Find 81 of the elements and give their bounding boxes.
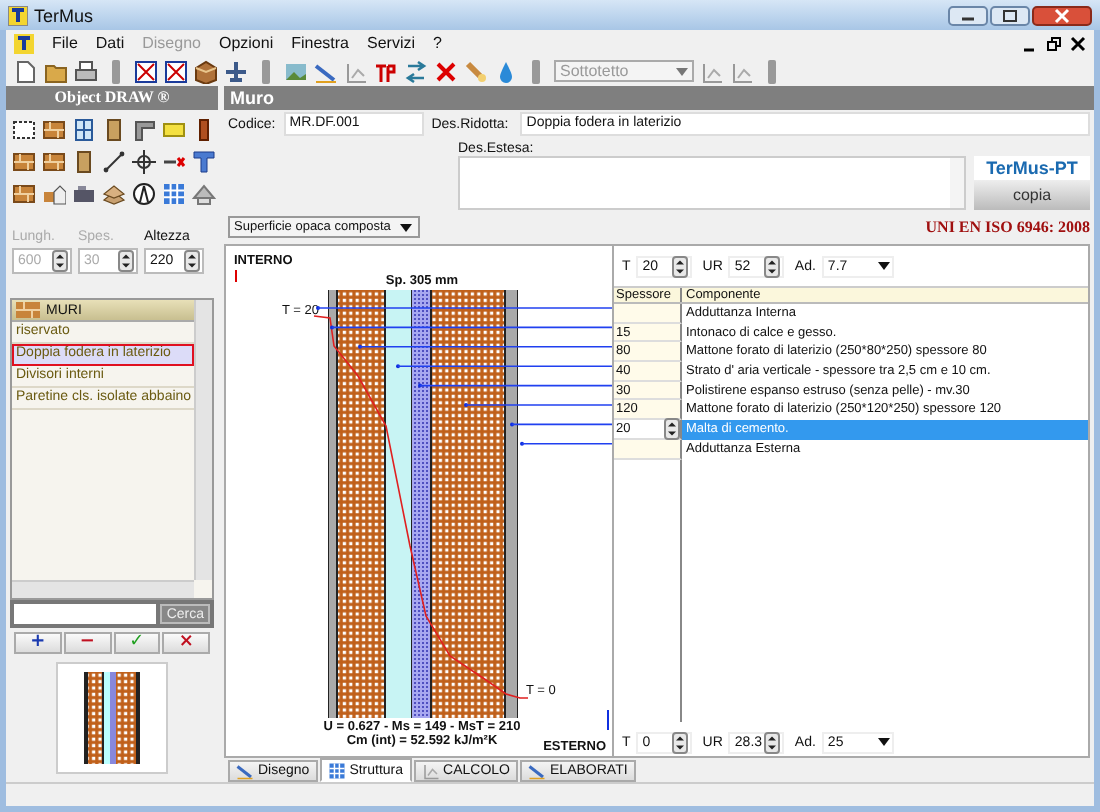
maximize-button[interactable] (990, 5, 1030, 25)
caret-icon (877, 262, 890, 270)
minimize-button[interactable] (948, 5, 988, 25)
add-button[interactable]: + (14, 632, 62, 654)
wall-frame-icon[interactable] (164, 59, 188, 83)
selection-icon[interactable] (12, 118, 36, 142)
window-icon[interactable] (72, 118, 96, 142)
copy-button[interactable]: copia (974, 180, 1090, 210)
brick-wall-icon[interactable] (42, 150, 66, 174)
window-title: TerMus (34, 5, 96, 25)
table-cell (614, 304, 682, 324)
brick-wall-icon (16, 302, 40, 318)
marker-line (607, 709, 609, 731)
menu-item[interactable]: File (52, 34, 78, 52)
remove-button[interactable]: − (63, 632, 111, 654)
scrollbar[interactable] (12, 580, 194, 598)
door-icon[interactable] (72, 150, 96, 174)
landscape-icon[interactable] (284, 59, 308, 83)
caret-icon (676, 67, 688, 75)
crosshair-icon[interactable] (132, 150, 156, 174)
stack-icon[interactable] (102, 182, 126, 206)
app-icon (8, 5, 28, 25)
wall-frame-icon[interactable] (134, 59, 158, 83)
cube-icon[interactable] (194, 59, 218, 83)
brick-wall-icon[interactable] (12, 150, 36, 174)
chart-icon[interactable] (421, 762, 440, 780)
pencil-icon[interactable] (314, 59, 338, 83)
search-field[interactable] (14, 604, 157, 624)
leader-line (520, 441, 612, 446)
spin-button[interactable] (764, 255, 781, 277)
spin-button[interactable] (764, 731, 781, 753)
leader-line (510, 422, 612, 427)
toolbar-grip[interactable] (532, 59, 540, 83)
caret-icon (877, 738, 890, 746)
pencil-icon[interactable] (236, 762, 254, 780)
machine-icon[interactable] (72, 182, 96, 206)
spin-button[interactable] (672, 255, 689, 277)
spin-button[interactable] (184, 250, 200, 272)
flashlight-icon[interactable] (464, 59, 488, 83)
cross-icon[interactable] (434, 59, 458, 83)
compass-icon[interactable] (132, 182, 156, 206)
corner-icon[interactable] (132, 118, 156, 142)
close-button[interactable] (1032, 5, 1092, 25)
spin-button[interactable] (672, 731, 689, 753)
tp-icon[interactable] (374, 59, 398, 83)
water-drop-icon[interactable] (494, 59, 518, 83)
grid-icon[interactable] (327, 761, 346, 779)
marker-line (235, 269, 237, 283)
brand-logo: TerMus-PT (984, 156, 1080, 180)
spin-button[interactable] (664, 417, 680, 440)
pencil-icon[interactable] (528, 762, 547, 780)
restore-icon[interactable] (1046, 35, 1062, 51)
document-icon (14, 33, 34, 53)
grid-icon[interactable] (162, 182, 186, 206)
panel-title: Object DRAW ® (6, 86, 218, 110)
text-icon[interactable] (192, 150, 216, 174)
arrows-icon[interactable] (404, 59, 428, 83)
toolbar-grip[interactable] (768, 59, 776, 83)
cancel-button[interactable]: × (162, 632, 210, 654)
toolbar-grip[interactable] (262, 59, 270, 83)
menu-item[interactable]: ? (433, 34, 442, 52)
house-icon[interactable] (42, 182, 66, 206)
menu-item[interactable]: Finestra (291, 34, 350, 52)
door-icon[interactable] (102, 118, 126, 142)
menu-item[interactable]: Servizi (367, 34, 416, 52)
standard-label: UNI EN ISO 6946: 2008 (925, 218, 1090, 236)
table-cell (614, 439, 682, 459)
close-icon[interactable] (1070, 35, 1086, 51)
line-tool-icon[interactable] (102, 150, 126, 174)
wall-thumbnail-drawing (84, 672, 140, 764)
caret-icon (400, 223, 412, 231)
panel-title: Muro (224, 86, 1094, 110)
brick-wall-icon[interactable] (12, 182, 36, 206)
printer-icon[interactable] (74, 59, 98, 83)
toolbar-grip[interactable] (112, 59, 120, 83)
roof-icon[interactable] (192, 182, 216, 206)
brick-wall-icon[interactable] (42, 118, 66, 142)
scrollbar[interactable] (950, 158, 964, 208)
menu-item[interactable]: Opzioni (218, 34, 274, 52)
scrollbar[interactable] (194, 300, 212, 580)
menu-item[interactable]: Dati (95, 34, 125, 52)
